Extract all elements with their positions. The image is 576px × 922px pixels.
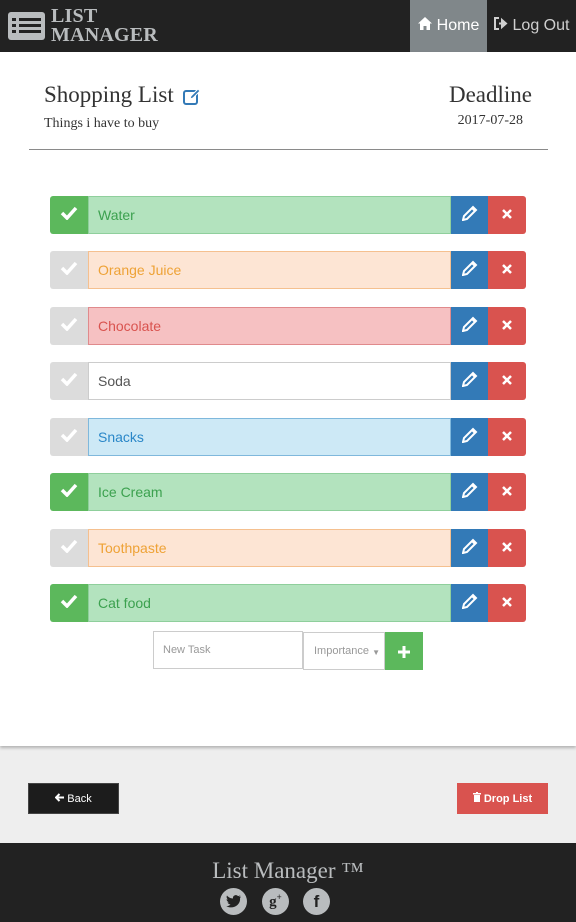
task-row: Water: [50, 196, 526, 234]
task-delete-button[interactable]: [488, 251, 526, 289]
task-check-button[interactable]: [50, 529, 88, 567]
plus-icon: [398, 638, 410, 664]
nav-home-label: Home: [436, 17, 480, 34]
task-check-button[interactable]: [50, 362, 88, 400]
footer: List Manager ™ g+ f: [0, 843, 576, 922]
task-name[interactable]: Chocolate: [88, 307, 451, 345]
list-title-text: Shopping List: [44, 82, 174, 107]
task-check-button[interactable]: [50, 418, 88, 456]
navbar: LIST MANAGER Home Log Out: [0, 0, 576, 52]
drop-list-button[interactable]: Drop List: [457, 783, 548, 814]
close-icon: [502, 428, 512, 446]
list-title: Shopping List: [44, 82, 201, 108]
task-delete-button[interactable]: [488, 529, 526, 567]
brand-name: LIST MANAGER: [51, 6, 158, 46]
deadline-label: Deadline: [448, 82, 532, 107]
close-icon: [502, 594, 512, 612]
footer-title: List Manager ™: [212, 858, 364, 883]
task-check-button[interactable]: [50, 307, 88, 345]
close-icon: [502, 539, 512, 557]
pencil-icon: [461, 371, 478, 392]
drop-list-label: Drop List: [483, 792, 533, 805]
check-icon: [60, 594, 78, 613]
task-check-button[interactable]: [50, 473, 88, 511]
task-delete-button[interactable]: [488, 307, 526, 345]
pencil-icon: [461, 316, 478, 337]
task-row: Soda: [50, 362, 526, 400]
pencil-icon: [461, 427, 478, 448]
sign-out-icon: [493, 17, 508, 35]
task-edit-button[interactable]: [451, 529, 488, 567]
deadline-date: 2017-07-28: [457, 113, 523, 128]
pencil-icon: [461, 482, 478, 503]
add-task-button[interactable]: [385, 632, 423, 670]
check-icon: [60, 428, 78, 447]
pencil-icon: [461, 593, 478, 614]
back-label: Back: [67, 792, 92, 805]
task-name[interactable]: Soda: [88, 362, 451, 400]
task-edit-button[interactable]: [451, 307, 488, 345]
pencil-icon: [461, 538, 478, 559]
check-icon: [60, 317, 78, 336]
brand-logo[interactable]: LIST MANAGER: [8, 6, 158, 46]
nav-logout-label: Log Out: [512, 17, 570, 34]
trash-icon: [472, 792, 481, 805]
nav-home-link[interactable]: Home: [410, 0, 487, 52]
brand-line-2: MANAGER: [51, 24, 158, 46]
new-task-input[interactable]: New Task: [153, 631, 303, 669]
twitter-icon[interactable]: [220, 888, 247, 915]
check-icon: [60, 539, 78, 558]
task-name[interactable]: Ice Cream: [88, 473, 451, 511]
back-button[interactable]: Back: [28, 783, 119, 814]
task-delete-button[interactable]: [488, 418, 526, 456]
task-edit-button[interactable]: [451, 196, 488, 234]
task-delete-button[interactable]: [488, 473, 526, 511]
task-edit-button[interactable]: [451, 251, 488, 289]
importance-select-placeholder: Importance: [314, 645, 370, 657]
task-row: Chocolate: [50, 307, 526, 345]
task-check-button[interactable]: [50, 251, 88, 289]
importance-select[interactable]: Importance ▼: [303, 632, 385, 670]
task-row: Snacks: [50, 418, 526, 456]
task-delete-button[interactable]: [488, 196, 526, 234]
list-description: Things i have to buy: [44, 116, 160, 131]
task-delete-button[interactable]: [488, 362, 526, 400]
task-edit-button[interactable]: [451, 362, 488, 400]
task-name[interactable]: Cat food: [88, 584, 451, 622]
task-name[interactable]: Snacks: [88, 418, 451, 456]
task-check-button[interactable]: [50, 196, 88, 234]
list-icon: [8, 12, 45, 40]
check-icon: [60, 261, 78, 280]
task-row: Toothpaste: [50, 529, 526, 567]
task-name[interactable]: Toothpaste: [88, 529, 451, 567]
arrow-left-icon: [54, 792, 65, 805]
task-edit-button[interactable]: [451, 473, 488, 511]
task-row: Ice Cream: [50, 473, 526, 511]
close-icon: [502, 372, 512, 390]
facebook-icon[interactable]: f: [303, 888, 330, 915]
task-delete-button[interactable]: [488, 584, 526, 622]
caret-down-icon: ▼: [372, 648, 380, 657]
close-icon: [502, 483, 512, 501]
check-icon: [60, 206, 78, 225]
divider: [29, 149, 548, 150]
task-row: Cat food: [50, 584, 526, 622]
task-edit-button[interactable]: [451, 584, 488, 622]
task-edit-button[interactable]: [451, 418, 488, 456]
edit-icon[interactable]: [182, 86, 201, 105]
check-icon: [60, 372, 78, 391]
task-row: Orange Juice: [50, 251, 526, 289]
check-icon: [60, 483, 78, 502]
close-icon: [502, 261, 512, 279]
google-plus-icon[interactable]: g+: [262, 888, 289, 915]
close-icon: [502, 206, 512, 224]
close-icon: [502, 317, 512, 335]
pencil-icon: [461, 205, 478, 226]
pencil-icon: [461, 260, 478, 281]
nav-logout-link[interactable]: Log Out: [487, 0, 576, 52]
home-icon: [417, 17, 432, 35]
task-name[interactable]: Water: [88, 196, 451, 234]
task-check-button[interactable]: [50, 584, 88, 622]
task-name[interactable]: Orange Juice: [88, 251, 451, 289]
